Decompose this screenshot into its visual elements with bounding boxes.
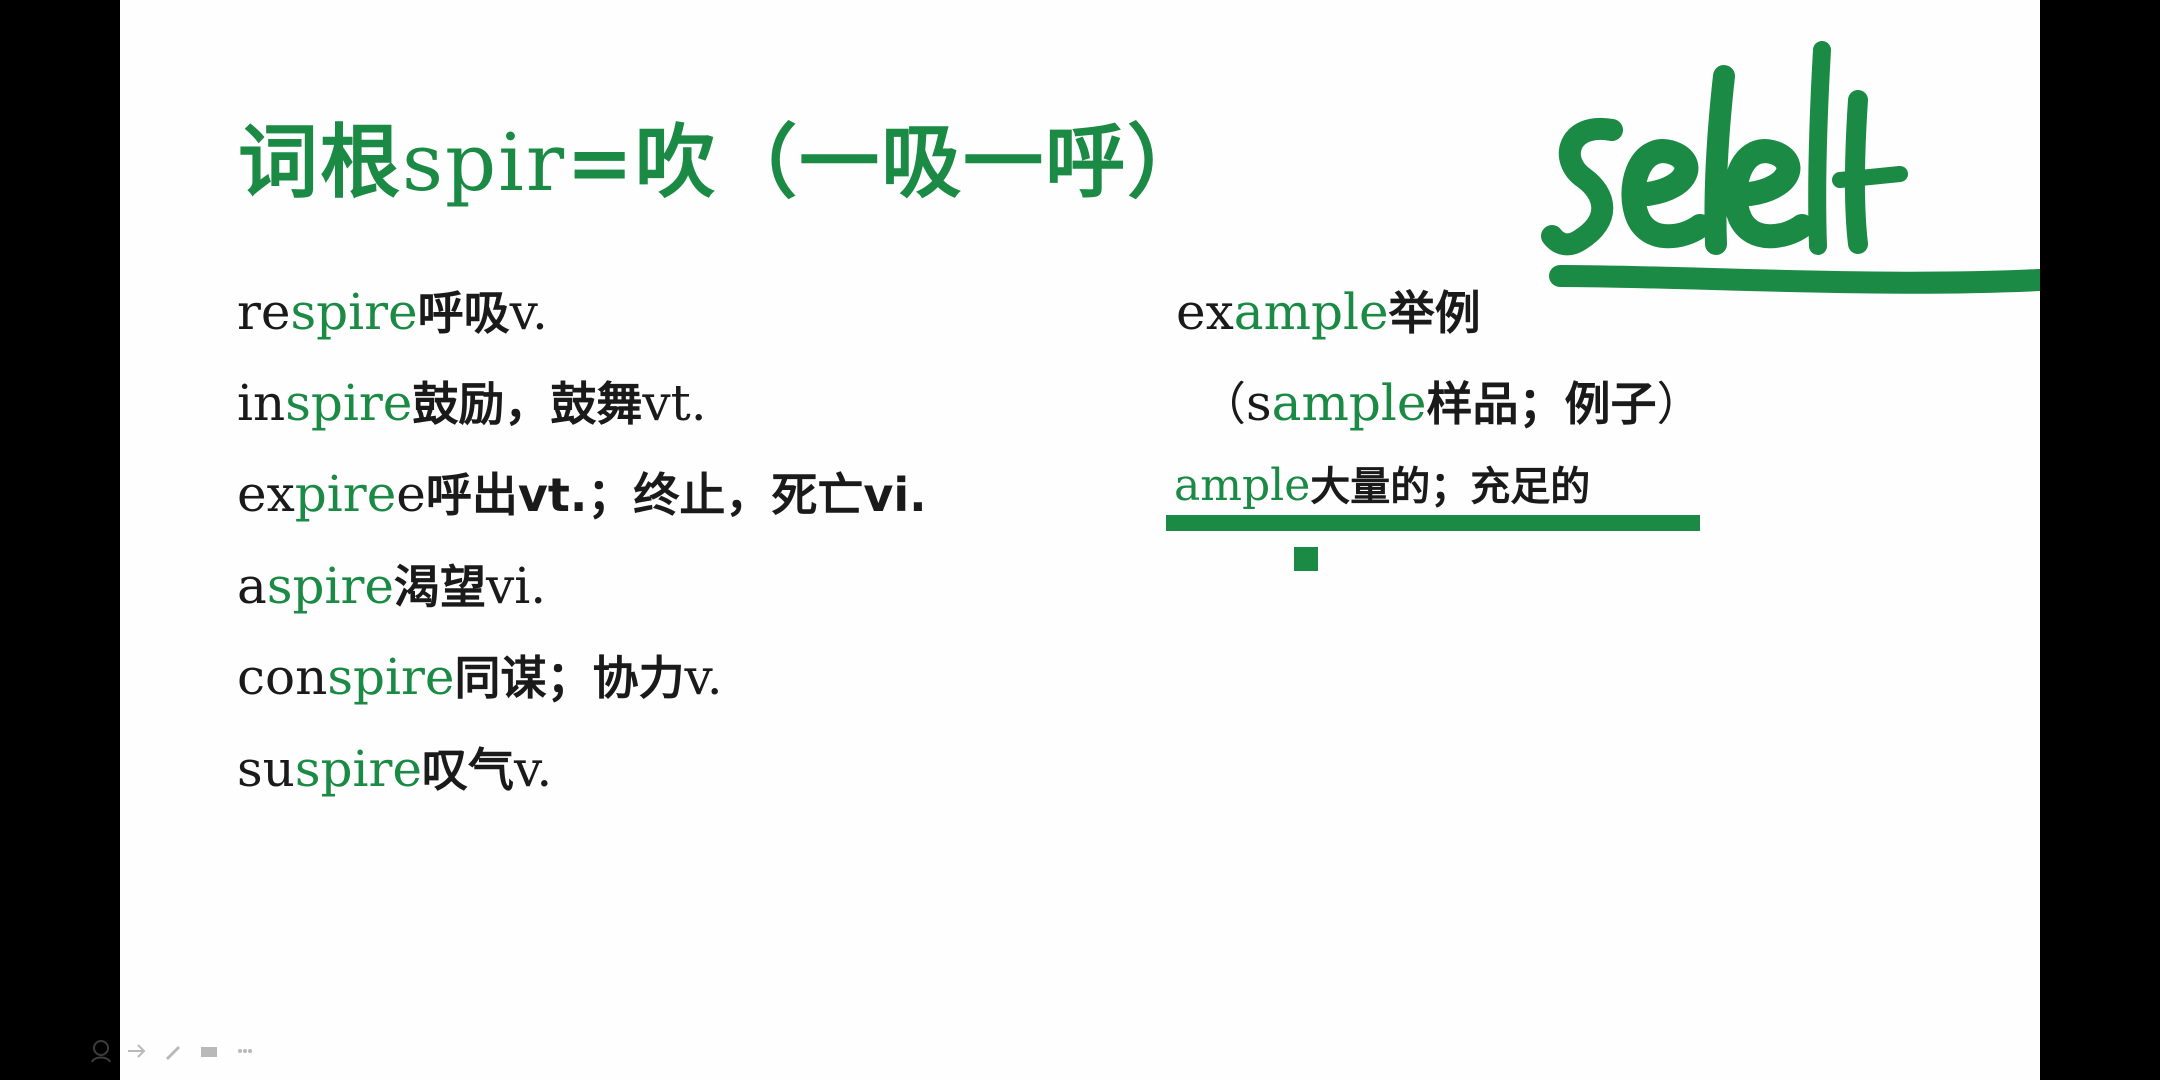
word-meaning: 样品；例子: [1426, 377, 1657, 431]
word-pos: v.: [684, 648, 723, 706]
word-suspire: suspiree叹气v.: [237, 744, 552, 794]
word-root: spire: [290, 283, 418, 341]
word-sample: （sample样品；例子）: [1200, 378, 1702, 428]
arrow-icon[interactable]: [124, 1038, 150, 1064]
word-suffix: e: [396, 465, 426, 523]
word-prefix: re: [237, 283, 291, 341]
title-suffix: =吹（一吸一呼）: [566, 115, 1210, 209]
word-meaning: 同谋；协力: [454, 651, 685, 705]
presenter-toolbar: [88, 1038, 258, 1064]
word-prefix: ex: [1176, 283, 1234, 341]
handwriting-annotation: selelt: [1541, 41, 2040, 294]
pen-icon[interactable]: [160, 1038, 186, 1064]
word-example: example举例: [1176, 287, 1481, 337]
screen: 词根spir=吹（一吸一呼） respiree呼吸v. inspiree鼓励，鼓…: [0, 0, 2160, 1080]
word-paren-close: ）: [1656, 377, 1703, 431]
word-pos: vt.；终止，死亡vi.: [517, 468, 927, 522]
menu-icon[interactable]: [232, 1038, 258, 1064]
word-root: spire: [327, 648, 455, 706]
word-respire: respiree呼吸v.: [237, 287, 548, 337]
title-root: spir: [402, 116, 567, 209]
word-paren-open: （: [1200, 377, 1246, 431]
word-pos: vi.: [485, 557, 547, 615]
word-meaning: 鼓励，鼓舞: [412, 377, 643, 431]
word-meaning: 呼出: [425, 468, 518, 522]
word-prefix: ex: [237, 465, 295, 523]
word-pos: v.: [514, 740, 553, 798]
word-meaning: 举例: [1388, 286, 1481, 340]
word-prefix: a: [237, 557, 267, 615]
word-aspire: aspiree渴望vi.: [237, 561, 546, 611]
word-root: spire: [285, 374, 413, 432]
word-root: ample: [1233, 283, 1389, 341]
word-expire: expiree呼出vt.；终止，死亡vi.: [237, 469, 927, 519]
word-prefix: in: [237, 374, 286, 432]
word-prefix: s: [1246, 374, 1272, 432]
eraser-icon[interactable]: [196, 1038, 222, 1064]
pen-underline-annotation: [1166, 515, 1700, 571]
slide-title: 词根spir=吹（一吸一呼）: [238, 98, 1209, 214]
word-meaning: 叹气: [422, 743, 515, 797]
word-root: spire: [266, 557, 394, 615]
word-root: ample: [1174, 460, 1311, 511]
word-pos: v.: [509, 283, 548, 341]
word-pos: vt.: [642, 374, 707, 432]
word-inspire: inspiree鼓励，鼓舞vt.: [237, 378, 707, 428]
word-conspire: conspiree同谋；协力v.: [237, 652, 723, 702]
word-root: spire: [294, 740, 423, 798]
word-meaning: 大量的；充足的: [1310, 464, 1591, 510]
word-root: ample: [1271, 374, 1427, 432]
word-root: pire: [294, 465, 397, 523]
pointer-icon[interactable]: [88, 1038, 114, 1064]
word-meaning: 呼吸: [417, 286, 510, 340]
title-prefix: 词根: [238, 115, 402, 209]
word-prefix: su: [237, 740, 295, 798]
word-ample: ample大量的；充足的: [1174, 464, 1590, 508]
slide: 词根spir=吹（一吸一呼） respiree呼吸v. inspiree鼓励，鼓…: [120, 0, 2040, 1080]
word-meaning: 渴望: [393, 560, 486, 614]
word-prefix: con: [237, 648, 328, 706]
